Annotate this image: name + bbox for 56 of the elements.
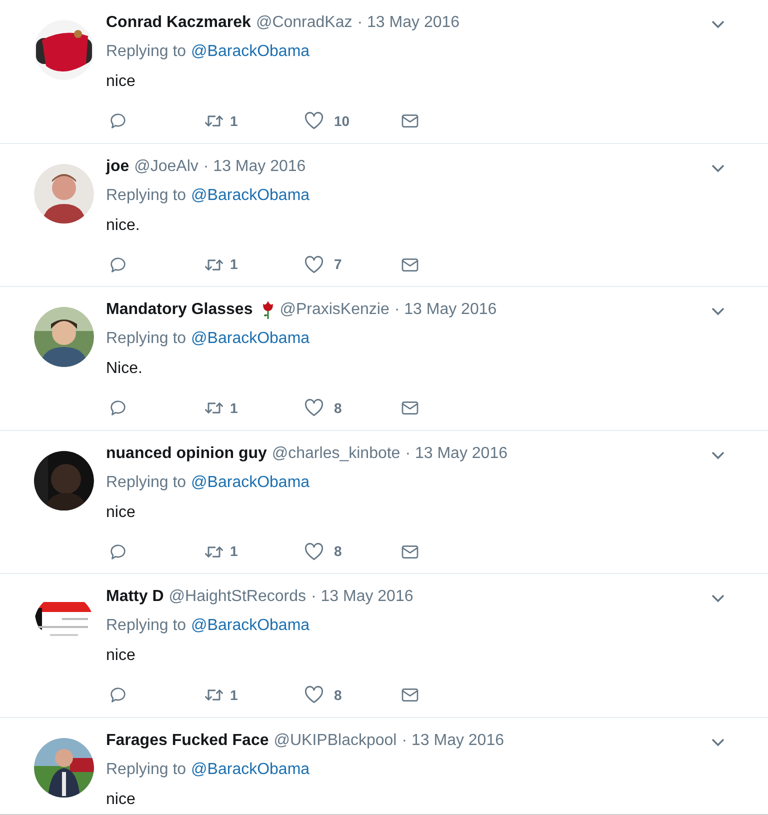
tweet-date[interactable]: · 13 May 2016 bbox=[394, 298, 497, 322]
reply-label: Replying to bbox=[106, 760, 186, 780]
reply-label: Replying to bbox=[106, 329, 186, 349]
heart-icon[interactable] bbox=[303, 397, 325, 419]
mention-link[interactable]: @BarackObama bbox=[191, 614, 310, 638]
heart-icon[interactable] bbox=[303, 254, 325, 276]
like-count: 8 bbox=[334, 398, 342, 418]
user-handle[interactable]: @JoeAlv bbox=[134, 154, 198, 178]
user-handle[interactable]: @UKIPBlackpool bbox=[274, 728, 397, 752]
reply-label: Replying to bbox=[106, 186, 186, 206]
user-handle[interactable]: @charles_kinbote bbox=[272, 442, 400, 466]
mention-link[interactable]: @BarackObama bbox=[191, 758, 310, 782]
retweet-count: 1 bbox=[230, 686, 238, 704]
tweet-date[interactable]: · 13 May 2016 bbox=[203, 154, 306, 178]
like-count: 10 bbox=[334, 112, 350, 130]
reply-icon[interactable] bbox=[108, 685, 128, 705]
user-name[interactable]: nuanced opinion guy bbox=[106, 442, 267, 466]
reply-icon[interactable] bbox=[108, 398, 128, 418]
user-name[interactable]: Matty D bbox=[106, 585, 164, 609]
retweet-count: 1 bbox=[230, 398, 238, 418]
tweet-text: Nice. bbox=[106, 359, 144, 379]
user-name[interactable]: Farages Fucked Face bbox=[106, 728, 269, 752]
heart-icon[interactable] bbox=[303, 684, 325, 706]
mention-link[interactable]: @BarackObama bbox=[191, 327, 310, 351]
tweet-text: nice bbox=[106, 72, 136, 92]
reply-icon[interactable] bbox=[108, 111, 128, 131]
mention-link[interactable]: @BarackObama bbox=[191, 40, 310, 64]
user-name[interactable]: joe bbox=[106, 154, 130, 178]
user-handle[interactable]: @HaightStRecords bbox=[168, 585, 306, 609]
tweet-text: nice. bbox=[106, 216, 141, 236]
reply-label: Replying to bbox=[106, 616, 186, 636]
retweet-count: 1 bbox=[230, 255, 238, 274]
heart-icon[interactable] bbox=[303, 540, 325, 562]
tweet-date[interactable]: · 13 May 2016 bbox=[310, 585, 414, 609]
user-name[interactable]: Mandatory Glasses bbox=[106, 298, 253, 322]
heart-icon[interactable] bbox=[303, 110, 325, 132]
reply-icon[interactable] bbox=[108, 254, 128, 274]
reply-label: Replying to bbox=[106, 472, 186, 492]
tweet-date[interactable]: · 13 May 2016 bbox=[402, 728, 504, 752]
tweet-text: nice bbox=[106, 646, 136, 666]
user-handle[interactable]: @PraxisKenzie bbox=[280, 298, 390, 322]
reply-icon[interactable] bbox=[108, 542, 128, 562]
mention-link[interactable]: @BarackObama bbox=[191, 470, 310, 494]
like-count: 7 bbox=[334, 255, 342, 274]
user-handle[interactable]: @ConradKaz bbox=[256, 11, 352, 35]
tweet-date[interactable]: · 13 May 2016 bbox=[405, 442, 508, 466]
user-name[interactable]: Conrad Kaczmarek bbox=[106, 11, 251, 35]
like-count: 8 bbox=[334, 542, 342, 561]
reply-label: Replying to bbox=[106, 42, 186, 62]
tweet-text: nice bbox=[106, 502, 136, 522]
tweet-text: nice bbox=[106, 790, 136, 810]
retweet-count: 1 bbox=[230, 112, 238, 130]
tweet-date[interactable]: · 13 May 2016 bbox=[357, 11, 460, 35]
like-count: 8 bbox=[334, 686, 342, 704]
retweet-count: 1 bbox=[230, 542, 238, 561]
mention-link[interactable]: @BarackObama bbox=[191, 184, 310, 208]
